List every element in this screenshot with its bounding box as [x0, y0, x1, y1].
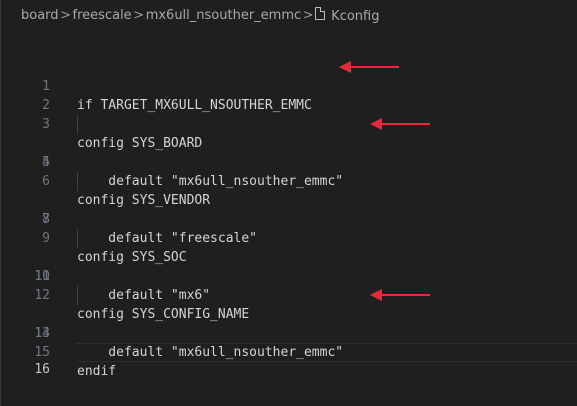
indent-guide [77, 115, 78, 134]
chevron-right-icon: > [60, 7, 71, 23]
breadcrumb-item-file[interactable]: Kconfig [315, 6, 380, 24]
code-line[interactable]: 1 if TARGET_MX6ULL_NSOUTHER_EMMC [1, 58, 577, 113]
code-line[interactable]: 5 [1, 134, 577, 170]
code-line[interactable]: 2 [1, 77, 577, 113]
indent-guide [77, 229, 78, 248]
file-name: Kconfig [331, 8, 380, 24]
code-line[interactable]: 15 endif [1, 324, 577, 379]
chevron-right-icon: > [302, 7, 314, 23]
annotation-arrow [370, 118, 430, 130]
indent-guide [77, 172, 78, 191]
code-area[interactable]: 1 if TARGET_MX6ULL_NSOUTHER_EMMC 2 3 con… [1, 58, 577, 379]
code-line[interactable]: 4 default "mx6ull_nsouther_emmc" [1, 115, 577, 189]
annotation-arrow [370, 289, 430, 301]
code-line[interactable]: 10 default "mx6" [1, 229, 577, 303]
code-line[interactable]: 6 config SYS_VENDOR [1, 153, 577, 208]
code-line[interactable]: 8 [1, 191, 577, 227]
line-number: 16 [34, 362, 50, 377]
code-line[interactable]: 12 config SYS_CONFIG_NAME [1, 267, 577, 322]
code-line[interactable]: 11 [1, 248, 577, 284]
code-line[interactable]: 3 config SYS_BOARD [1, 96, 577, 151]
file-icon [315, 6, 326, 20]
code-line[interactable]: 9 config SYS_SOC [1, 210, 577, 265]
code-editor[interactable]: board > freescale > mx6ull_nsouther_emmc… [0, 0, 577, 406]
indent-guide [77, 286, 78, 305]
code-line[interactable]: 13 default "mx6ull_nsouther_emmc" [1, 286, 577, 360]
annotation-arrow [339, 61, 399, 73]
code-line[interactable]: 7 default "freescale" [1, 172, 577, 246]
breadcrumb: board > freescale > mx6ull_nsouther_emmc… [21, 0, 379, 30]
current-code-line[interactable]: 16 [34, 343, 577, 377]
chevron-right-icon: > [133, 7, 145, 23]
breadcrumb-item-board-dir[interactable]: mx6ull_nsouther_emmc [146, 8, 301, 23]
breadcrumb-item-board[interactable]: board [21, 8, 59, 23]
breadcrumb-item-freescale[interactable]: freescale [73, 8, 132, 23]
line-number: 15 [34, 345, 50, 360]
code-line[interactable]: 14 [1, 305, 577, 341]
